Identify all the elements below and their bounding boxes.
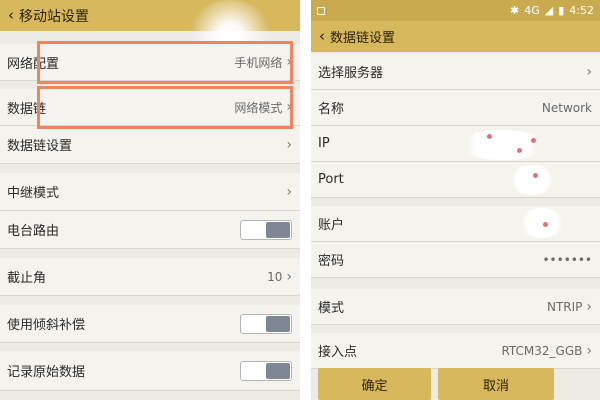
row-value: ••••••• [542,252,592,267]
bluetooth-icon: ✱ [510,4,520,17]
row-value: RTCM32_GGB [501,343,583,358]
status-bar: ✱ 4G ◢ ▮ 4:52 [311,0,600,21]
row-label: 网络配置 [7,56,60,72]
confirm-button[interactable]: 确定 [318,368,431,400]
chevron-right-icon: › [586,298,592,315]
row-value: 网络模式 [234,100,283,115]
clock: 4:52 [569,4,594,17]
row-label: 接入点 [318,345,358,360]
radio-routing-toggle[interactable] [240,219,292,240]
signal-icon: ◢ [544,4,554,17]
row-label: 模式 [318,301,345,316]
row-label: 数据链设置 [7,139,73,154]
toggle-knob [266,362,290,379]
cancel-button[interactable]: 取消 [438,368,554,400]
row-label: 名称 [318,102,345,117]
chevron-right-icon: › [286,136,292,153]
network-type: 4G [524,4,540,17]
lock-icon [317,6,325,15]
row-value: 手机网络 [234,55,283,70]
toggle-knob [266,221,290,238]
row-value: Network [541,100,592,115]
password-row[interactable]: 密码 ••••••• [311,242,600,278]
row-label: 选择服务器 [318,66,384,81]
row-label: 数据链 [7,101,47,117]
data-link-settings-row[interactable]: 数据链设置 › [0,126,300,164]
tilt-compensation-toggle[interactable] [240,313,292,334]
data-link-settings-screen: ✱ 4G ◢ ▮ 4:52 ‹ 数据链设置 选择服务器 › 名称 Network… [311,0,600,400]
chevron-right-icon: › [286,99,292,115]
chevron-right-icon: › [286,183,292,200]
redaction-blur [457,130,547,160]
row-value: 10 [267,269,283,284]
chevron-right-icon: › [286,54,292,70]
row-label: IP [318,136,330,151]
port-row[interactable]: Port [311,162,600,198]
toggle-knob [266,315,290,332]
tilt-compensation-row: 使用倾斜补偿 [0,305,300,343]
row-label: 使用倾斜补偿 [7,318,86,333]
row-label: 截止角 [7,271,47,286]
mountpoint-row[interactable]: 接入点 RTCM32_GGB › [311,333,600,369]
row-label: 密码 [318,254,345,269]
relay-mode-row[interactable]: 中继模式 › [0,173,300,211]
back-arrow-icon[interactable]: ‹ [8,8,14,23]
redaction-blur [509,165,555,195]
page-title: 数据链设置 [330,31,396,46]
right-header: ‹ 数据链设置 [311,21,600,52]
select-server-row[interactable]: 选择服务器 › [311,54,600,90]
chevron-right-icon: › [586,63,592,80]
row-value: NTRIP [546,299,583,314]
record-raw-data-toggle[interactable] [240,360,292,381]
cutoff-angle-row[interactable]: 截止角 10 › [0,258,300,296]
network-config-row[interactable]: 网络配置 手机网络 › [0,44,300,81]
row-label: 记录原始数据 [7,365,86,380]
chevron-right-icon: › [586,342,592,359]
redaction-blur [519,208,565,238]
record-raw-data-row: 记录原始数据 [0,351,300,391]
page-title: 移动站设置 [19,8,89,25]
mobile-station-settings-screen: ‹ 移动站设置 网络配置 手机网络 › 数据链 网络模式 › 数据链设置 › 中… [0,0,300,400]
row-label: 电台路由 [7,224,60,239]
mode-row[interactable]: 模式 NTRIP › [311,289,600,325]
back-arrow-icon[interactable]: ‹ [319,29,325,44]
chevron-right-icon: › [286,268,292,285]
data-link-row[interactable]: 数据链 网络模式 › [0,89,300,126]
row-label: 中继模式 [7,186,60,201]
battery-icon: ▮ [558,4,565,17]
ip-row[interactable]: IP [311,126,600,162]
radio-routing-row: 电台路由 [0,211,300,249]
name-row[interactable]: 名称 Network [311,90,600,126]
